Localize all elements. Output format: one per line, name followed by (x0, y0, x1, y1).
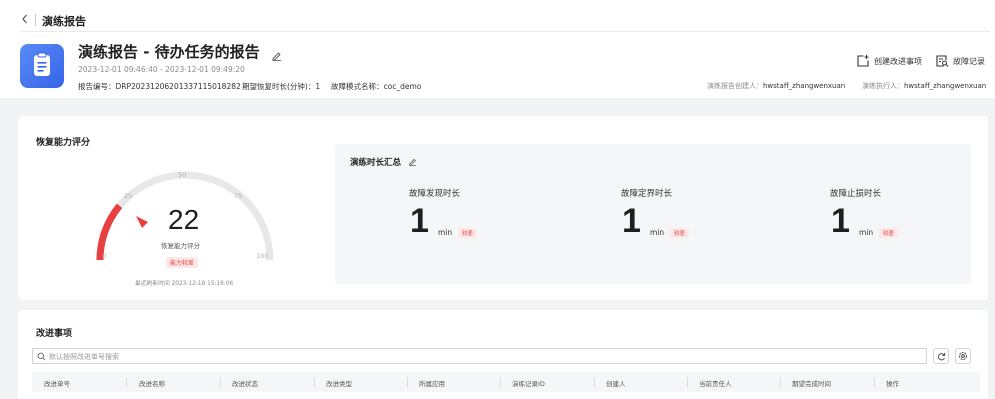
fault-mode-value: coc_demo (383, 82, 422, 91)
column-improvement-status: 改进状态 (232, 380, 258, 388)
edit-icon[interactable] (271, 47, 283, 61)
column-divider (874, 377, 875, 387)
metric-detect-label: 故障发现时长 (409, 189, 461, 199)
metric-stop-label: 故障止损时长 (830, 189, 882, 199)
recovery-level-badge: 能力较差 (166, 257, 199, 268)
column-divider (314, 377, 315, 387)
column-current-owner: 当前责任人 (699, 380, 732, 388)
report-time-range: 2023-12-01 09:46:40 - 2023-12-01 09:49:2… (78, 65, 245, 74)
metric-stop-unit: min (859, 228, 874, 237)
expected-recovery: 期望恢复时长(分钟)：1 (242, 81, 320, 92)
back-arrow-icon[interactable] (20, 13, 32, 27)
create-improvement-button[interactable]: 创建改进事项 (856, 54, 922, 68)
settings-button[interactable] (955, 348, 971, 364)
column-divider (220, 377, 221, 387)
recovery-section-title: 恢复能力评分 (36, 138, 91, 148)
column-divider (687, 377, 688, 387)
duration-title-text: 演练时长汇总 (350, 158, 402, 168)
report-executor-label: 演练执行人： (862, 82, 904, 90)
metric-locate-unit: min (650, 228, 665, 237)
report-title: 演练报告 - 待办任务的报告 (78, 41, 283, 62)
metric-stop-badge: 较差 (879, 228, 899, 238)
column-improvement-type: 改进类型 (326, 380, 352, 388)
report-title-text: 演练报告 - 待办任务的报告 (78, 43, 260, 61)
column-drill-record-id: 演练记录ID (512, 380, 545, 388)
refresh-icon (937, 352, 945, 360)
column-creator: 创建人 (606, 380, 626, 388)
fault-mode: 故障模式名称：coc_demo (331, 81, 421, 92)
gauge-tick-50: 50 (178, 171, 186, 179)
report-number: 报告编号：DRP20231206201337115018282 (78, 81, 241, 92)
create-improvement-label: 创建改进事项 (874, 56, 922, 66)
report-number-label: 报告编号： (78, 82, 116, 91)
metric-detect-unit: min (438, 228, 453, 237)
gauge-tick-25: 25 (124, 192, 132, 200)
report-executor-value: hwstaff_zhangwenxuan (904, 82, 987, 90)
column-improvement-name: 改进名称 (139, 380, 165, 388)
column-application: 所属应用 (419, 380, 445, 388)
settings-icon (959, 352, 967, 360)
expected-recovery-value: 1 (315, 82, 321, 91)
duration-section-title: 演练时长汇总 (350, 156, 417, 169)
fault-record-label: 故障记录 (953, 56, 985, 66)
column-divider (500, 377, 501, 387)
gauge-pointer-icon (136, 216, 148, 228)
gauge-tick-100: 100 (256, 252, 268, 260)
recovery-refresh-time: 最近刷新时间 2023-12-18 15:16:06 (135, 281, 234, 287)
metric-locate-badge: 较差 (670, 228, 690, 238)
breadcrumb-title: 演练报告 (42, 15, 86, 28)
metric-locate-value: 1 (622, 202, 641, 240)
app-report-icon (20, 44, 64, 88)
improvements-table-header: 改进单号 改进名称 改进状态 改进类型 所属应用 演练记录ID 创建人 当前责任… (32, 372, 980, 392)
metric-detect-badge: 较差 (458, 228, 478, 238)
column-divider (126, 377, 127, 387)
column-operations: 操作 (886, 380, 899, 388)
report-creator-label: 演练报告创建人： (707, 82, 763, 90)
report-executor: 演练执行人：hwstaff_zhangwenxuan (862, 81, 986, 91)
fault-record-button[interactable]: 故障记录 (935, 54, 985, 68)
gauge-tick-0: 0 (102, 252, 106, 260)
recovery-score-label: 恢复能力评分 (161, 242, 200, 250)
refresh-button[interactable] (933, 348, 949, 364)
gauge-tick-75: 75 (234, 192, 242, 200)
create-improvement-icon (857, 55, 869, 67)
metric-locate-label: 故障定界时长 (621, 189, 673, 199)
report-number-value: DRP20231206201337115018282 (115, 82, 241, 91)
improvements-section-title: 改进事项 (36, 329, 73, 339)
improvement-search-input[interactable]: 默认按照改进单号搜索 (32, 348, 927, 364)
report-creator: 演练报告创建人：hwstaff_zhangwenxuan (707, 81, 845, 91)
fault-mode-label: 故障模式名称： (331, 82, 384, 91)
column-divider (407, 377, 408, 387)
column-divider (780, 377, 781, 387)
recovery-score: 22 (168, 204, 200, 235)
report-creator-value: hwstaff_zhangwenxuan (763, 82, 846, 90)
column-improvement-no: 改进单号 (44, 380, 70, 388)
duration-summary-card (335, 144, 971, 284)
column-divider (594, 377, 595, 387)
metric-detect-value: 1 (410, 202, 429, 240)
search-icon (37, 352, 46, 361)
edit-icon[interactable] (408, 157, 417, 169)
header-divider (20, 31, 990, 32)
column-expected-completion: 期望完成时间 (792, 380, 831, 388)
search-placeholder: 默认按照改进单号搜索 (49, 353, 119, 361)
breadcrumb-divider (35, 14, 36, 26)
fault-record-icon (936, 55, 949, 67)
metric-stop-value: 1 (831, 202, 850, 240)
expected-recovery-label: 期望恢复时长(分钟)： (242, 82, 316, 91)
